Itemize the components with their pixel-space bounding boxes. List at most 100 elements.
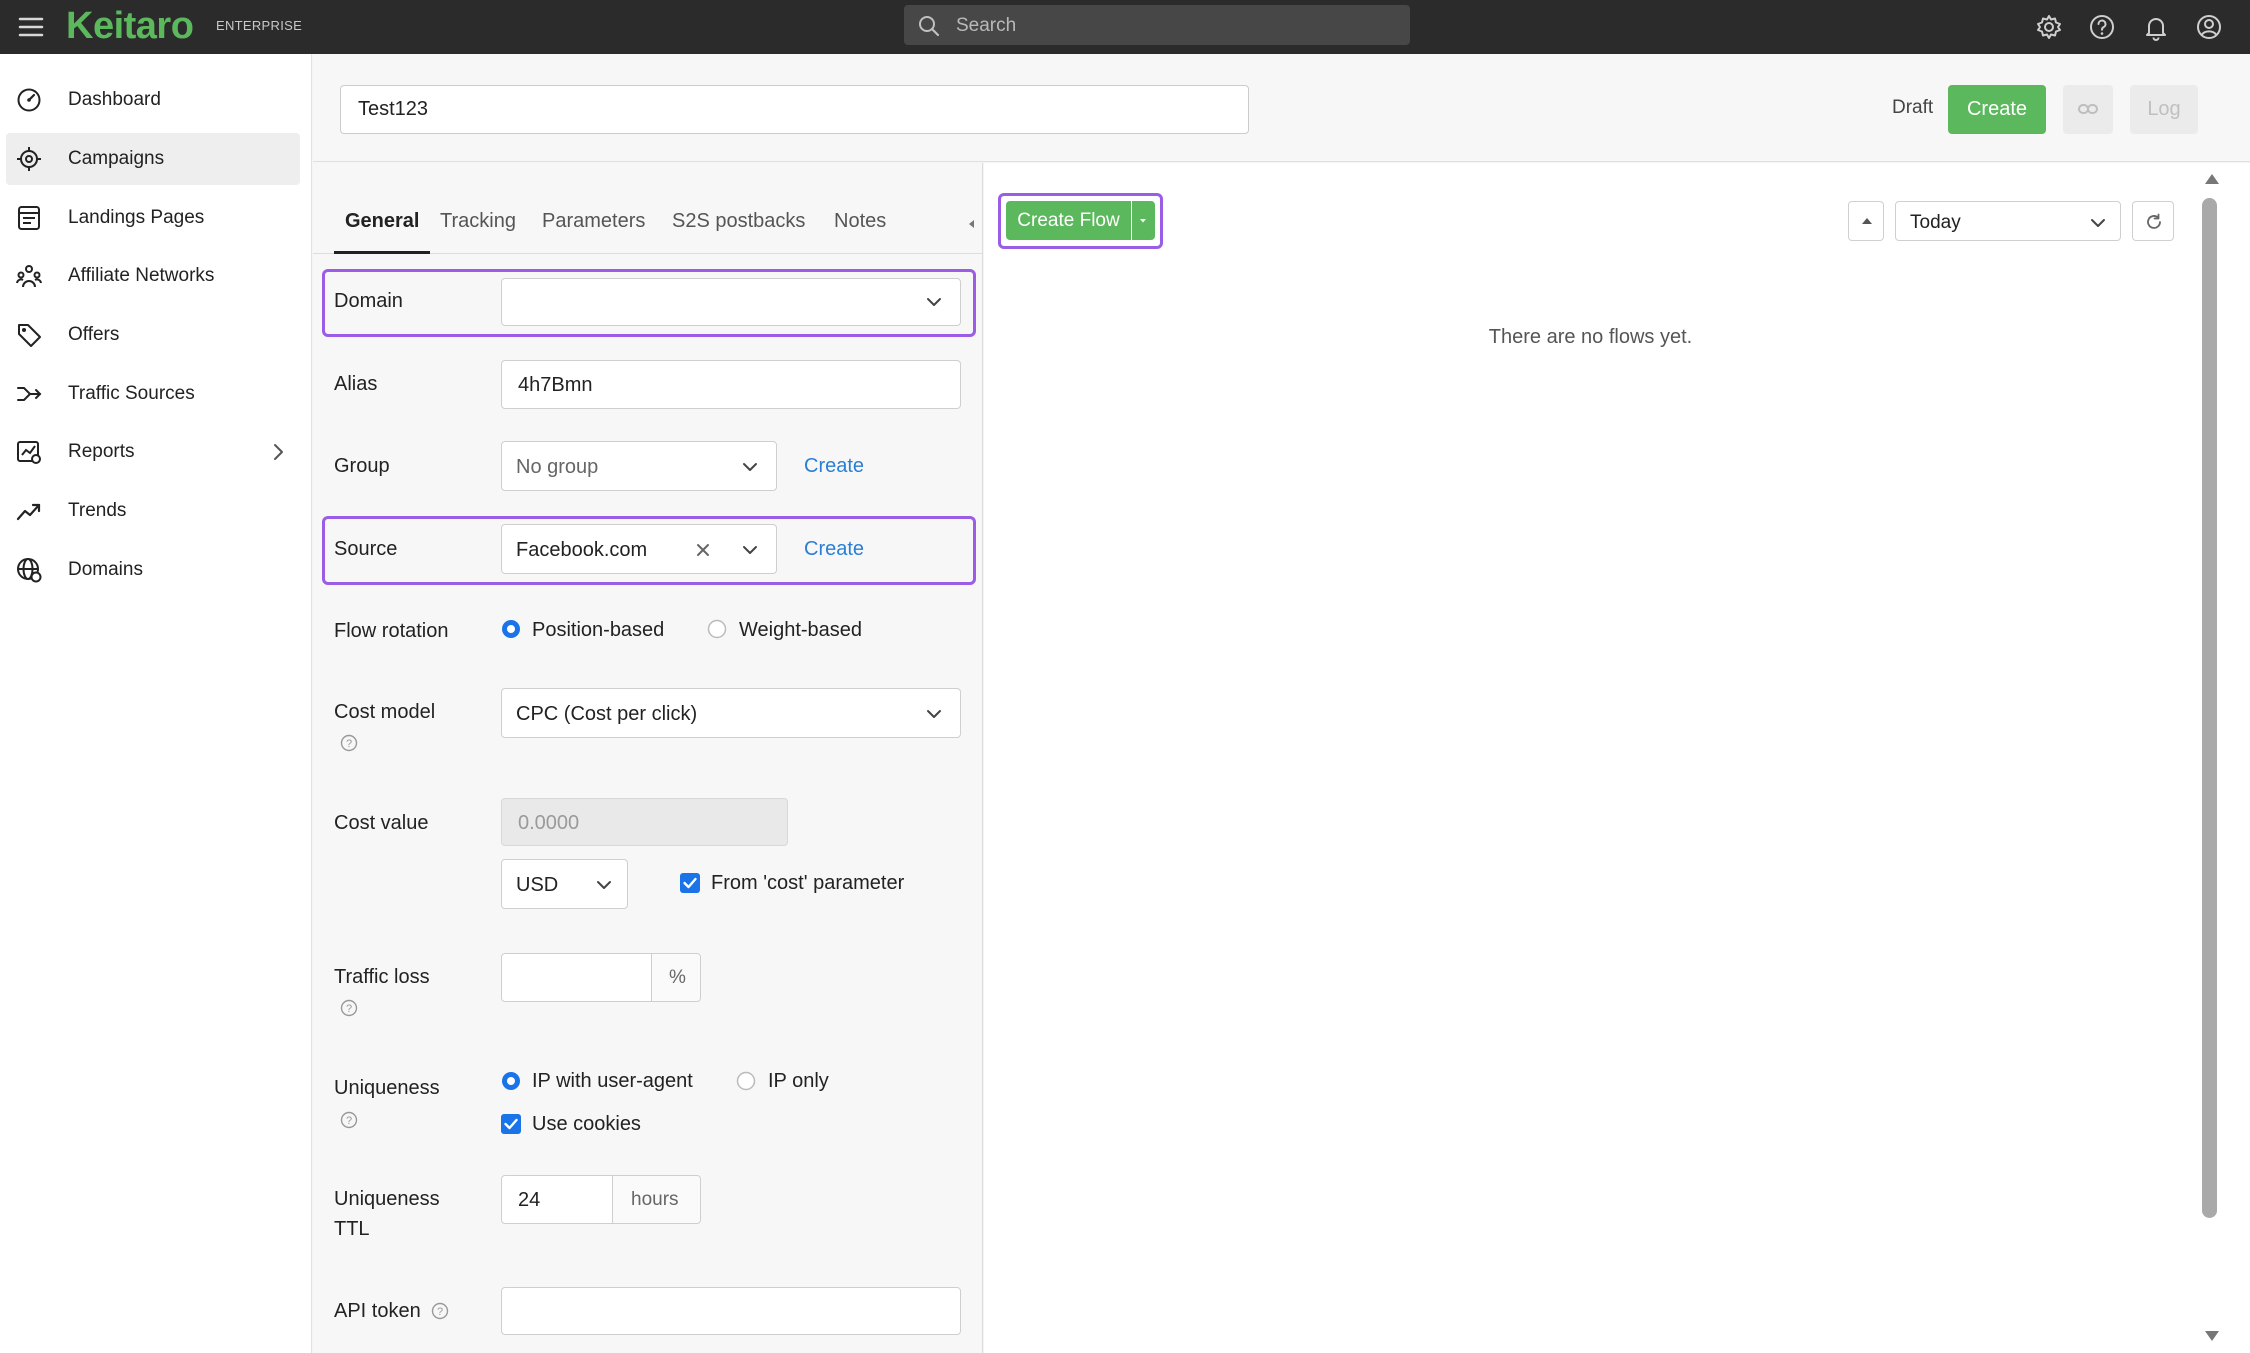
uniqueness-ttl-label: Uniqueness: [334, 1188, 440, 1210]
svg-text:?: ?: [437, 1306, 443, 1318]
ip-only-label: IP only: [768, 1070, 829, 1092]
svg-text:?: ?: [346, 738, 352, 750]
api-token-input[interactable]: [501, 1287, 961, 1335]
tab-parameters[interactable]: Parameters: [542, 210, 645, 233]
sidebar-item-label: Traffic Sources: [68, 383, 195, 404]
source-label: Source: [334, 538, 398, 560]
collapse-arrow-icon[interactable]: [967, 217, 977, 231]
group-label: Group: [334, 455, 390, 477]
hours-addon: hours: [612, 1176, 700, 1223]
cost-model-select[interactable]: CPC (Cost per click): [501, 688, 961, 738]
sort-toggle-button[interactable]: [1848, 201, 1884, 241]
sidebar-item-label: Landings Pages: [68, 207, 205, 228]
hamburger-menu-icon[interactable]: [16, 12, 46, 42]
sidebar-item-label: Campaigns: [68, 148, 165, 169]
tag-icon: [16, 322, 42, 348]
from-cost-parameter-label: From 'cost' parameter: [711, 872, 905, 894]
campaign-link-button[interactable]: [2063, 85, 2113, 134]
from-cost-parameter-checkbox[interactable]: [680, 873, 700, 893]
clear-x-icon[interactable]: [694, 541, 712, 559]
chevron-down-icon: [2088, 213, 2108, 233]
caret-down-icon: [1137, 216, 1149, 226]
group-select[interactable]: No group: [501, 441, 777, 491]
alias-input[interactable]: 4h7Bmn: [501, 360, 961, 409]
cost-value-input[interactable]: 0.0000: [501, 798, 788, 846]
ip-with-user-agent-radio[interactable]: [501, 1071, 521, 1091]
sidebar-item-offers[interactable]: Offers: [6, 309, 300, 361]
route-icon: [16, 381, 42, 407]
traffic-loss-input[interactable]: %: [501, 953, 701, 1002]
sidebar-item-traffic-sources[interactable]: Traffic Sources: [6, 368, 300, 420]
user-account-icon[interactable]: [2194, 12, 2224, 42]
tab-s2s-postbacks[interactable]: S2S postbacks: [672, 210, 805, 233]
sidebar-item-affiliate-networks[interactable]: Affiliate Networks: [6, 250, 300, 302]
domain-label: Domain: [334, 290, 403, 312]
search-bar[interactable]: Search: [904, 5, 1410, 45]
scrollbar-thumb[interactable]: [2202, 198, 2217, 1218]
flow-rotation-label: Flow rotation: [334, 620, 449, 642]
create-group-link[interactable]: Create: [804, 455, 864, 478]
cost-model-label: Cost model: [334, 701, 436, 723]
sidebar-item-label: Reports: [68, 441, 135, 462]
link-icon: [2078, 102, 2098, 116]
globe-icon: [16, 557, 42, 583]
sidebar-item-label: Domains: [68, 559, 143, 580]
help-circle-icon[interactable]: ?: [340, 1111, 358, 1129]
create-flow-button[interactable]: Create Flow: [1006, 201, 1131, 240]
uniqueness-ttl-input[interactable]: 24 hours: [501, 1175, 701, 1224]
sidebar-item-label: Offers: [68, 324, 120, 345]
sidebar-item-landing-pages[interactable]: Landings Pages: [6, 192, 300, 244]
search-icon: [918, 15, 940, 37]
percent-unit: %: [669, 967, 686, 988]
empty-flows-message: There are no flows yet.: [1488, 326, 1693, 348]
sidebar-item-domains[interactable]: Domains: [6, 544, 300, 596]
top-bar: Keitaro ENTERPRISE Search: [0, 0, 2250, 54]
create-source-link[interactable]: Create: [804, 538, 864, 561]
target-icon: [16, 146, 42, 172]
ip-only-radio[interactable]: [736, 1071, 756, 1091]
status-label: Draft: [1892, 97, 1934, 118]
help-icon[interactable]: [2087, 12, 2117, 42]
app-logo[interactable]: Keitaro: [66, 6, 194, 46]
sidebar-item-trends[interactable]: Trends: [6, 485, 300, 537]
sidebar-item-label: Affiliate Networks: [68, 265, 215, 286]
settings-gear-icon[interactable]: [2034, 12, 2064, 42]
refresh-icon: [2144, 212, 2164, 232]
refresh-button[interactable]: [2132, 201, 2174, 241]
tab-general[interactable]: General: [345, 210, 419, 233]
scroll-up-arrow-icon[interactable]: [2203, 171, 2221, 187]
chevron-down-icon: [740, 540, 760, 560]
use-cookies-checkbox[interactable]: [501, 1114, 521, 1134]
tab-tracking[interactable]: Tracking: [440, 210, 516, 233]
tab-notes[interactable]: Notes: [834, 210, 886, 233]
help-circle-icon[interactable]: ?: [340, 999, 358, 1017]
notifications-bell-icon[interactable]: [2141, 12, 2171, 42]
chevron-down-icon: [924, 292, 944, 312]
scroll-down-arrow-icon[interactable]: [2203, 1328, 2221, 1344]
position-based-label: Position-based: [532, 619, 665, 641]
alias-value: 4h7Bmn: [518, 374, 593, 396]
create-flow-dropdown-toggle[interactable]: [1132, 201, 1155, 240]
source-select[interactable]: Facebook.com: [501, 524, 777, 574]
create-campaign-button[interactable]: Create: [1948, 85, 2046, 134]
domain-select[interactable]: [501, 278, 961, 326]
weight-based-radio[interactable]: [707, 619, 727, 639]
chevron-down-icon: [740, 457, 760, 477]
traffic-loss-label: Traffic loss: [334, 966, 430, 988]
help-circle-icon[interactable]: ?: [340, 734, 358, 752]
sidebar-item-campaigns[interactable]: Campaigns: [6, 133, 300, 185]
use-cookies-label: Use cookies: [532, 1113, 641, 1135]
log-button[interactable]: Log: [2130, 85, 2198, 134]
trend-icon: [16, 498, 42, 524]
sidebar-item-dashboard[interactable]: Dashboard: [6, 74, 300, 126]
campaign-name-input[interactable]: [340, 85, 1249, 134]
uniqueness-ttl-label-line2: TTL: [334, 1218, 370, 1240]
period-select[interactable]: Today: [1895, 201, 2121, 241]
help-circle-icon[interactable]: ?: [431, 1302, 449, 1320]
weight-based-label: Weight-based: [739, 619, 863, 641]
page-icon: [16, 205, 42, 231]
position-based-radio[interactable]: [501, 619, 521, 639]
sidebar-item-reports[interactable]: Reports: [6, 426, 300, 478]
period-value: Today: [1910, 212, 1961, 233]
currency-select[interactable]: USD: [501, 859, 628, 909]
